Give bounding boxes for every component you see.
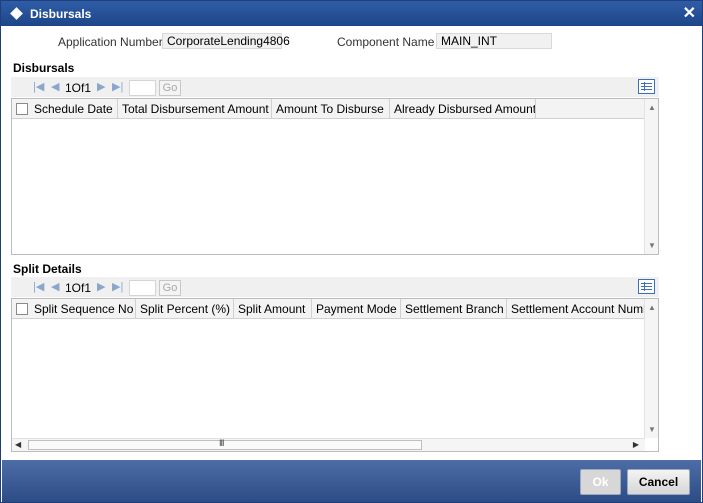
split-details-table-header: Split Sequence No Split Percent (%) Spli… bbox=[12, 299, 645, 319]
first-page-icon[interactable]: |◀ bbox=[33, 80, 44, 93]
cancel-button[interactable]: Cancel bbox=[627, 469, 690, 495]
prev-page-icon[interactable]: ◀ bbox=[51, 80, 59, 93]
dialog-footer: Ok Cancel bbox=[2, 460, 701, 502]
column-header[interactable]: Settlement Account Numbe bbox=[507, 299, 645, 319]
select-all-checkbox[interactable] bbox=[16, 303, 28, 315]
scroll-grip: III bbox=[219, 438, 224, 448]
scroll-left-icon[interactable]: ◀ bbox=[15, 440, 21, 449]
disbursals-table-header: Schedule Date Total Disbursement Amount … bbox=[12, 99, 645, 119]
column-header[interactable]: Schedule Date bbox=[30, 99, 118, 119]
component-name-field[interactable]: MAIN_INT bbox=[436, 33, 552, 49]
next-page-icon[interactable]: ▶ bbox=[97, 280, 105, 293]
grid-settings-icon[interactable] bbox=[638, 79, 655, 94]
ok-button[interactable]: Ok bbox=[580, 469, 621, 495]
prev-page-icon[interactable]: ◀ bbox=[51, 280, 59, 293]
window-title: Disbursals bbox=[30, 7, 92, 21]
scroll-right-icon[interactable]: ▶ bbox=[633, 440, 639, 449]
disbursals-pager: |◀ ◀ 1Of1 ▶ ▶| Go bbox=[11, 77, 659, 97]
disbursals-window: Disbursals ✕ Application Number Corporat… bbox=[0, 0, 703, 503]
split-details-section-title: Split Details bbox=[13, 262, 82, 276]
horizontal-scroll-thumb[interactable]: III bbox=[28, 438, 422, 450]
column-header[interactable]: Settlement Branch bbox=[401, 299, 507, 319]
window-diamond-icon bbox=[10, 7, 23, 20]
application-number-label: Application Number bbox=[58, 35, 163, 49]
application-number-field[interactable]: CorporateLending4806 bbox=[162, 33, 290, 49]
next-page-icon[interactable]: ▶ bbox=[97, 80, 105, 93]
column-header[interactable]: Split Percent (%) bbox=[136, 299, 234, 319]
horizontal-scrollbar[interactable]: ◀ III ▶ bbox=[12, 438, 645, 451]
last-page-icon[interactable]: ▶| bbox=[112, 80, 123, 93]
column-header[interactable]: Split Sequence No bbox=[30, 299, 136, 319]
page-indicator: 1Of1 bbox=[65, 81, 92, 95]
disbursals-section-title: Disbursals bbox=[13, 61, 75, 75]
page-number-input[interactable] bbox=[129, 280, 156, 296]
scroll-down-icon[interactable]: ▼ bbox=[648, 241, 656, 250]
split-details-pager: |◀ ◀ 1Of1 ▶ ▶| Go bbox=[11, 277, 659, 297]
last-page-icon[interactable]: ▶| bbox=[112, 280, 123, 293]
page-number-input[interactable] bbox=[129, 80, 156, 96]
dialog-body: Application Number CorporateLending4806 … bbox=[2, 26, 701, 460]
disbursals-table: Schedule Date Total Disbursement Amount … bbox=[11, 98, 659, 255]
first-page-icon[interactable]: |◀ bbox=[33, 280, 44, 293]
scroll-down-icon[interactable]: ▼ bbox=[648, 425, 656, 434]
split-details-table: Split Sequence No Split Percent (%) Spli… bbox=[11, 298, 659, 452]
title-bar: Disbursals ✕ bbox=[1, 1, 702, 26]
column-header[interactable]: Split Amount bbox=[234, 299, 312, 319]
grid-settings-icon[interactable] bbox=[638, 279, 655, 294]
page-indicator: 1Of1 bbox=[65, 281, 92, 295]
select-all-checkbox[interactable] bbox=[16, 103, 28, 115]
column-header[interactable]: Amount To Disburse bbox=[272, 99, 390, 119]
column-header[interactable]: Payment Mode bbox=[312, 299, 401, 319]
vertical-scrollbar[interactable]: ▲ ▼ bbox=[644, 99, 658, 254]
column-header[interactable]: Already Disbursed Amount bbox=[390, 99, 536, 119]
vertical-scrollbar[interactable]: ▲ ▼ bbox=[644, 299, 658, 438]
scroll-up-icon[interactable]: ▲ bbox=[648, 303, 656, 312]
column-header[interactable]: Total Disbursement Amount bbox=[118, 99, 272, 119]
component-name-label: Component Name bbox=[337, 35, 435, 49]
go-button[interactable]: Go bbox=[159, 80, 181, 96]
go-button[interactable]: Go bbox=[159, 280, 181, 296]
scroll-up-icon[interactable]: ▲ bbox=[648, 103, 656, 112]
close-icon[interactable]: ✕ bbox=[683, 3, 696, 23]
